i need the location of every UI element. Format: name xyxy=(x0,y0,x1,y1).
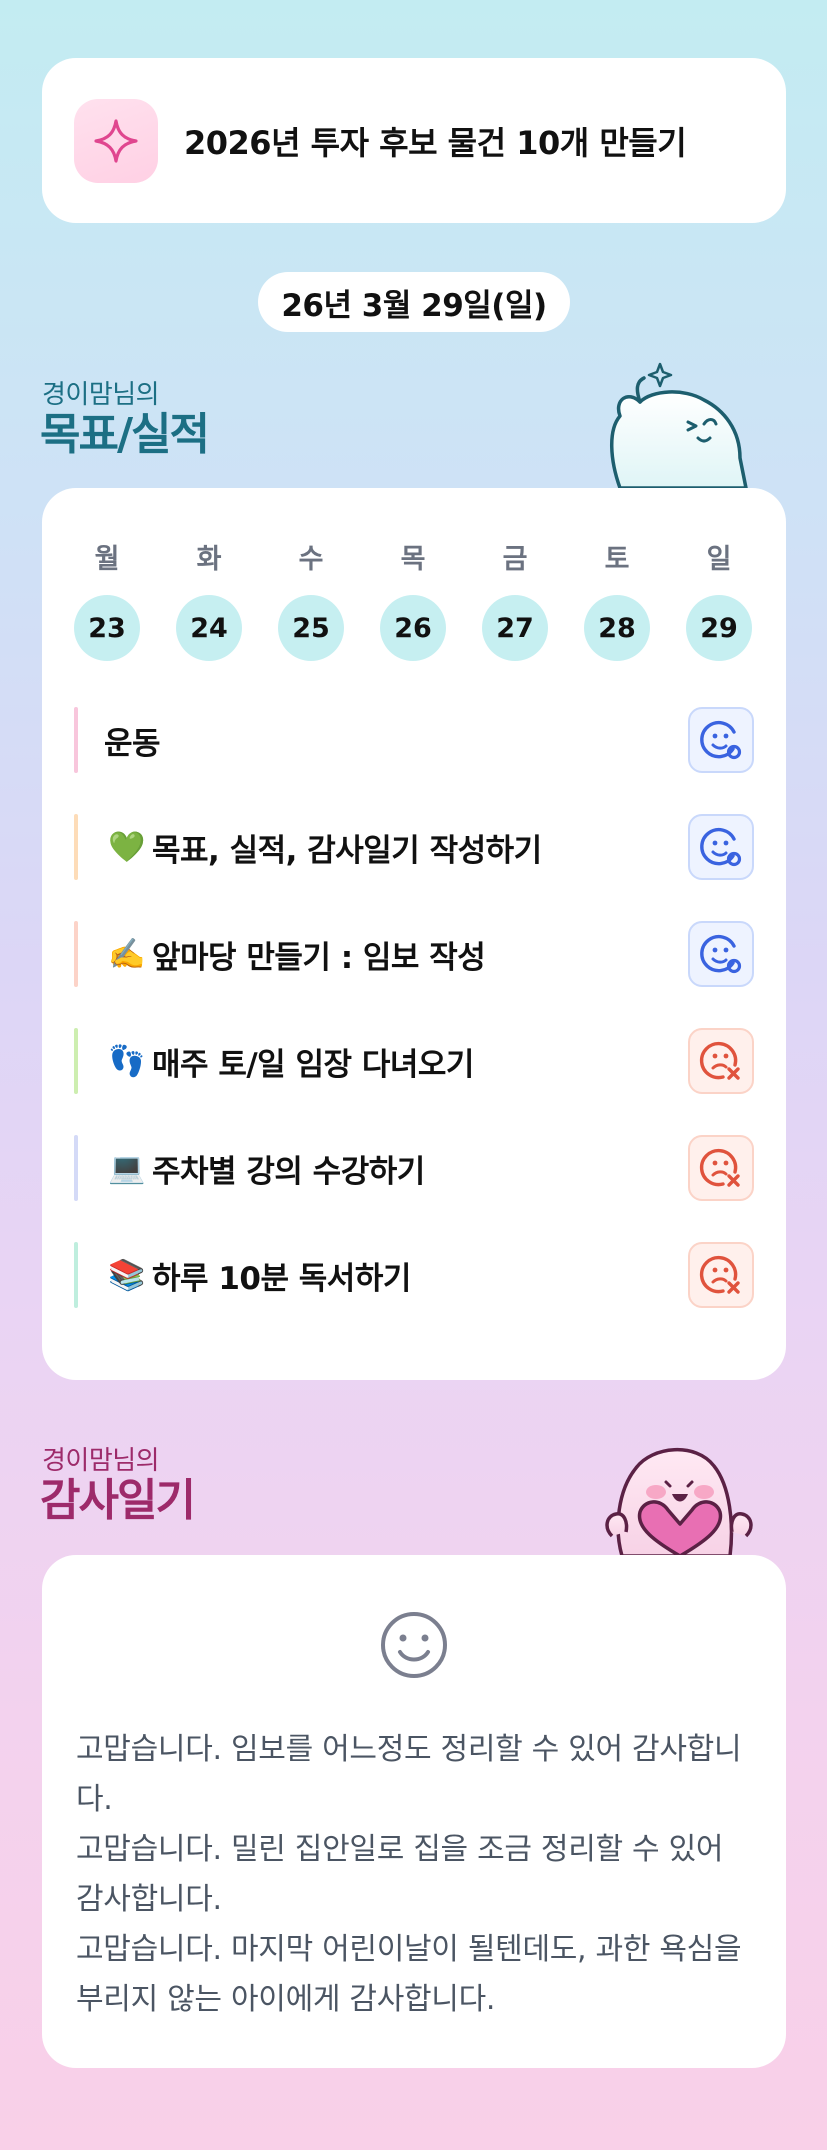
task-label: 목표, 실적, 감사일기 작성하기 xyxy=(152,832,542,869)
day-name: 금 xyxy=(502,544,528,575)
task-color-bar xyxy=(74,814,78,880)
smile-check-icon[interactable] xyxy=(688,707,754,773)
smile-check-icon[interactable] xyxy=(688,814,754,880)
day-name: 월 xyxy=(94,544,120,575)
task-label: 운동 xyxy=(104,725,161,762)
task-color-bar xyxy=(74,921,78,987)
goal-card[interactable]: 2026년 투자 후보 물건 10개 만들기 xyxy=(42,58,786,223)
day-number[interactable]: 24 xyxy=(176,595,242,661)
day-number[interactable]: 26 xyxy=(380,595,446,661)
diary-line: 고맙습니다. 밀린 집안일로 집을 조금 정리할 수 있어 감사합니다. xyxy=(76,1832,724,1917)
day-number[interactable]: 29 xyxy=(686,595,752,661)
diary-line: 고맙습니다. 마지막 어린이날이 될텐데도, 과한 욕심을 부리지 않는 아이에… xyxy=(76,1932,742,2017)
sparkle-icon xyxy=(74,98,158,183)
diary-card: 고맙습니다. 임보를 어느정도 정리할 수 있어 감사합니다. 고맙습니다. 밀… xyxy=(42,1555,786,2068)
day-number[interactable]: 25 xyxy=(278,595,344,661)
day-name: 일 xyxy=(706,544,732,575)
day-number[interactable]: 28 xyxy=(584,595,650,661)
task-row[interactable]: 💚 목표, 실적, 감사일기 작성하기 xyxy=(74,811,754,883)
diary-line: 고맙습니다. 임보를 어느정도 정리할 수 있어 감사합니다. xyxy=(76,1732,742,1817)
smiley-icon[interactable] xyxy=(378,1609,450,1681)
task-label: 매주 토/일 임장 다녀오기 xyxy=(152,1046,474,1083)
task-emoji-icon: 📚 xyxy=(108,1257,146,1293)
goals-section-title: 목표/실적 xyxy=(40,409,210,460)
date-pill[interactable]: 26년 3월 29일(일) xyxy=(258,272,570,332)
day-column[interactable]: 월 23 xyxy=(74,488,140,661)
heart-mascot xyxy=(605,1447,753,1556)
day-number[interactable]: 27 xyxy=(482,595,548,661)
day-number[interactable]: 23 xyxy=(74,595,140,661)
task-emoji-icon: ✍️ xyxy=(108,936,146,972)
day-name: 수 xyxy=(298,544,324,575)
day-column[interactable]: 일 29 xyxy=(686,488,752,661)
task-emoji-icon: 💚 xyxy=(108,829,146,865)
task-row[interactable]: 👣 매주 토/일 임장 다녀오기 xyxy=(74,1025,754,1097)
frown-x-icon[interactable] xyxy=(688,1135,754,1201)
week-strip: 월 23 화 24 수 25 목 26 금 27 토 28 일 29 xyxy=(74,488,754,678)
task-label: 하루 10분 독서하기 xyxy=(152,1260,411,1297)
day-column[interactable]: 토 28 xyxy=(584,488,650,661)
task-color-bar xyxy=(74,1135,78,1201)
goal-text: 2026년 투자 후보 물건 10개 만들기 xyxy=(184,123,687,162)
day-column[interactable]: 화 24 xyxy=(176,488,242,661)
task-color-bar xyxy=(74,1242,78,1308)
task-row[interactable]: ✍️ 앞마당 만들기 : 임보 작성 xyxy=(74,918,754,990)
day-column[interactable]: 목 26 xyxy=(380,488,446,661)
task-color-bar xyxy=(74,1028,78,1094)
task-emoji-icon: 💻 xyxy=(108,1150,146,1186)
task-row[interactable]: 운동 xyxy=(74,704,754,776)
smile-check-icon[interactable] xyxy=(688,921,754,987)
frown-x-icon[interactable] xyxy=(688,1242,754,1308)
day-column[interactable]: 수 25 xyxy=(278,488,344,661)
day-name: 화 xyxy=(196,544,222,575)
day-column[interactable]: 금 27 xyxy=(482,488,548,661)
day-name: 목 xyxy=(400,544,426,575)
day-name: 토 xyxy=(604,544,630,575)
goals-card: 월 23 화 24 수 25 목 26 금 27 토 28 일 29 운동 💚 목표, 실적, 감사일기 작성… xyxy=(42,488,786,1380)
task-row[interactable]: 📚 하루 10분 독서하기 xyxy=(74,1239,754,1311)
task-color-bar xyxy=(74,707,78,773)
task-emoji-icon: 👣 xyxy=(108,1043,146,1079)
task-label: 주차별 강의 수강하기 xyxy=(152,1153,425,1190)
frown-x-icon[interactable] xyxy=(688,1028,754,1094)
task-label: 앞마당 만들기 : 임보 작성 xyxy=(152,939,486,976)
task-row[interactable]: 💻 주차별 강의 수강하기 xyxy=(74,1132,754,1204)
diary-text: 고맙습니다. 임보를 어느정도 정리할 수 있어 감사합니다. 고맙습니다. 밀… xyxy=(76,1725,752,2025)
waving-mascot xyxy=(610,362,748,490)
diary-section-title: 감사일기 xyxy=(40,1475,196,1526)
